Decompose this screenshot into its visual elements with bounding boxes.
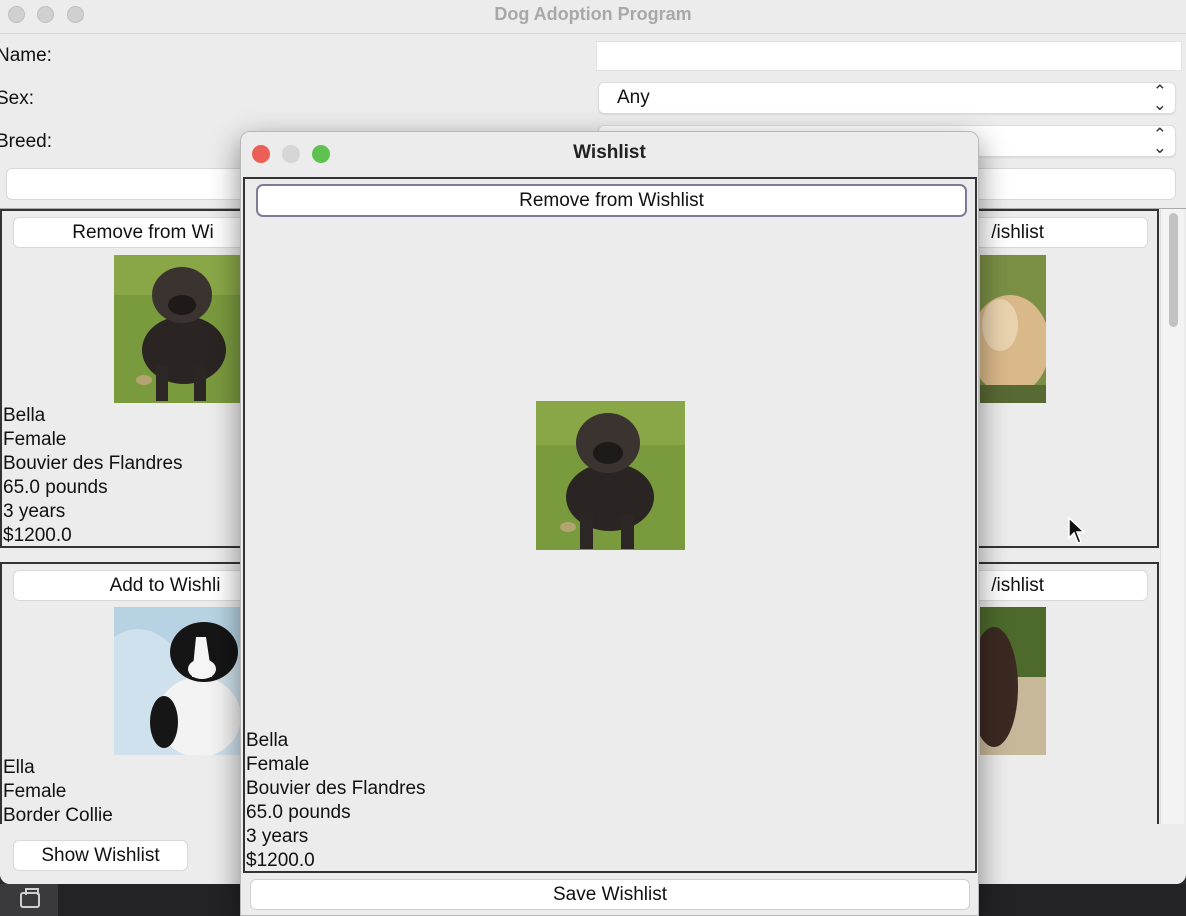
sex-label: Sex:	[0, 88, 35, 109]
dog-age: 3 years	[246, 826, 309, 847]
dog-info: Bella Female Bouvier des Flandres 65.0 p…	[246, 729, 426, 873]
dog-price: $1200.0	[3, 525, 72, 546]
dock-item[interactable]	[0, 884, 58, 916]
wishlist-item: Remove from Wishlist Bella Female Bouvie…	[243, 177, 977, 873]
dog-sex: Female	[3, 781, 67, 802]
dog-weight: 65.0 pounds	[3, 477, 108, 498]
name-field[interactable]	[596, 41, 1182, 71]
dog-card: Remove from Wi Bella Female Bouvier des …	[0, 209, 273, 548]
dog-price: $1200.0	[246, 850, 315, 871]
select-arrows-icon: ⌃ ⌄	[1152, 125, 1167, 157]
window-title: Dog Adoption Program	[494, 4, 692, 24]
remove-from-wishlist-button[interactable]: Remove from Wi	[13, 217, 273, 248]
printer-icon	[20, 888, 40, 908]
wishlist-titlebar: Wishlist	[241, 132, 978, 176]
dog-card: Add to Wishli Ella Female Border Collie	[0, 562, 273, 824]
mouse-cursor-icon	[1068, 517, 1086, 544]
dog-photo	[114, 607, 254, 755]
save-wishlist-button[interactable]: Save Wishlist	[250, 879, 970, 910]
scrollbar-thumb[interactable]	[1169, 213, 1178, 327]
wishlist-title: Wishlist	[573, 142, 646, 163]
dog-photo	[980, 607, 1046, 755]
dog-card: /ishlist	[902, 562, 1159, 824]
dog-card: /ishlist	[902, 209, 1159, 548]
dog-photo	[536, 401, 685, 550]
dog-age: 3 years	[3, 501, 66, 522]
remove-from-wishlist-button[interactable]: Remove from Wishlist	[256, 184, 967, 217]
dog-info: Ella Female Border Collie	[3, 756, 113, 824]
dog-breed: Bouvier des Flandres	[3, 453, 183, 474]
dog-sex: Female	[3, 429, 67, 450]
show-wishlist-button[interactable]: Show Wishlist	[13, 840, 188, 871]
sex-select-value: Any	[617, 87, 650, 108]
dog-name: Bella	[3, 405, 46, 426]
select-arrows-icon: ⌃ ⌄	[1152, 82, 1167, 114]
breed-label: Breed:	[0, 131, 52, 152]
dog-name: Bella	[246, 730, 289, 751]
dog-weight: 65.0 pounds	[246, 802, 351, 823]
name-label: Name:	[0, 45, 52, 66]
vertical-scrollbar[interactable]	[1160, 209, 1184, 824]
sex-select[interactable]: Any ⌃ ⌄	[598, 82, 1176, 114]
add-to-wishlist-button[interactable]: Add to Wishli	[13, 570, 273, 601]
dog-photo	[980, 255, 1046, 403]
dog-name: Ella	[3, 757, 35, 778]
dog-breed: Bouvier des Flandres	[246, 778, 426, 799]
dog-photo	[114, 255, 254, 403]
dog-sex: Female	[246, 754, 310, 775]
dog-breed: Border Collie	[3, 805, 113, 824]
wishlist-window: Wishlist Remove from Wishlist Bella Fema…	[240, 131, 979, 916]
main-titlebar: Dog Adoption Program	[0, 0, 1186, 34]
dog-info: Bella Female Bouvier des Flandres 65.0 p…	[3, 404, 183, 548]
